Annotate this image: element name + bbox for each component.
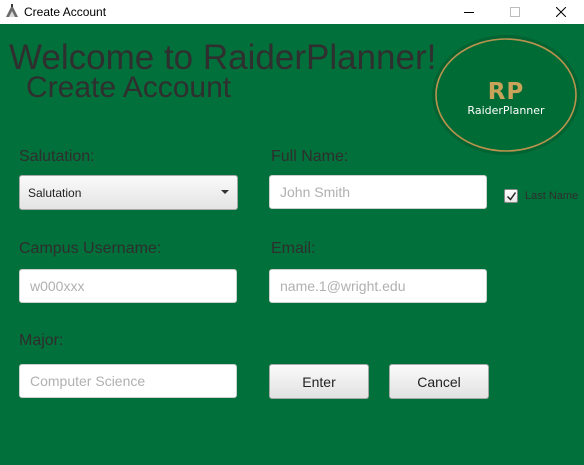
- window-title: Create Account: [24, 5, 107, 19]
- minimize-button[interactable]: [446, 0, 492, 24]
- form-area: Welcome to RaiderPlanner! Create Account…: [0, 24, 584, 465]
- logo-name: RaiderPlanner: [467, 104, 545, 117]
- last-name-checkbox-label: Last Name: [525, 190, 579, 202]
- cancel-button[interactable]: Cancel: [389, 364, 489, 399]
- title-bar[interactable]: Create Account: [0, 0, 584, 24]
- app-icon: [4, 3, 20, 19]
- close-button[interactable]: [538, 0, 584, 24]
- major-input[interactable]: [19, 364, 237, 398]
- page-title: Create Account: [26, 71, 232, 104]
- salutation-select[interactable]: Salutation: [19, 175, 238, 210]
- chevron-down-icon: [221, 190, 229, 194]
- full-name-input[interactable]: [269, 175, 487, 209]
- salutation-value: Salutation: [28, 185, 82, 200]
- create-account-window: Create Account Welcome to RaiderPlanner!…: [0, 0, 584, 465]
- last-name-checkbox-group[interactable]: Last Name: [504, 189, 578, 203]
- raiderplanner-logo: RP RaiderPlanner: [430, 33, 582, 157]
- logo-monogram: RP: [488, 79, 525, 105]
- major-label: Major:: [19, 332, 64, 349]
- campus-username-label: Campus Username:: [19, 240, 162, 257]
- campus-username-input[interactable]: [19, 269, 237, 303]
- checkmark-icon: [506, 192, 517, 201]
- salutation-label: Salutation:: [19, 148, 95, 165]
- email-label: Email:: [271, 240, 316, 257]
- full-name-label: Full Name:: [271, 148, 349, 165]
- enter-button[interactable]: Enter: [269, 364, 369, 399]
- email-input[interactable]: [269, 269, 487, 303]
- maximize-button[interactable]: [492, 0, 538, 24]
- last-name-checkbox[interactable]: [504, 189, 518, 203]
